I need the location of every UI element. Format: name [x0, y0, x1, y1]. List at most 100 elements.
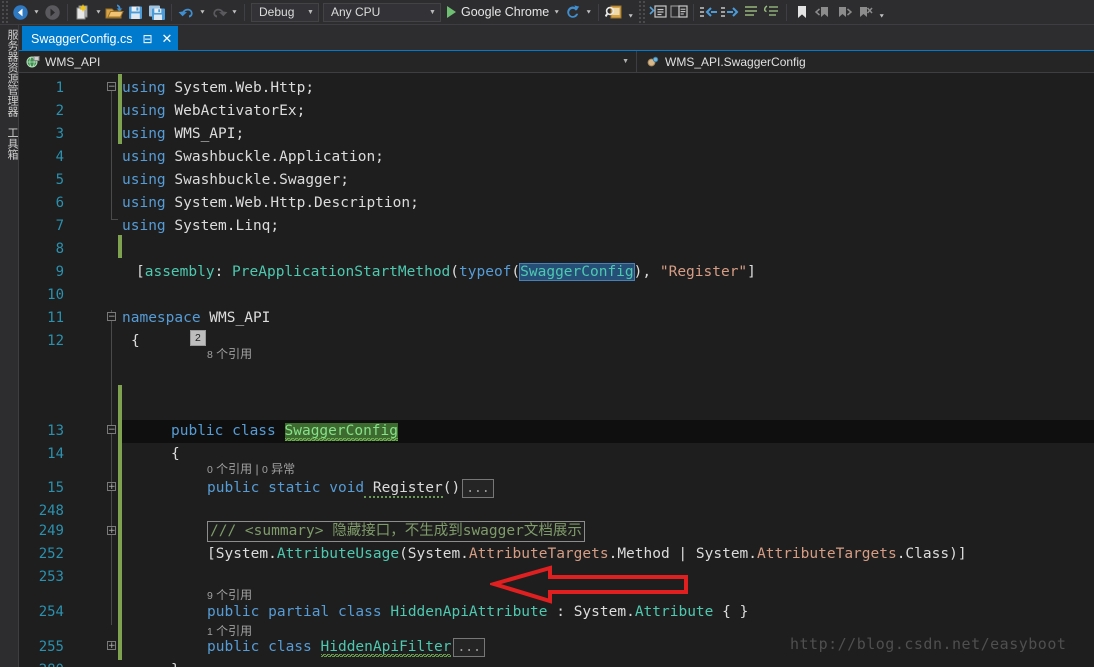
- web-project-icon: [26, 55, 40, 67]
- punct: (): [442, 480, 461, 496]
- toolbar-grip[interactable]: [637, 0, 648, 25]
- redo-dropdown[interactable]: [229, 2, 240, 23]
- open-file-button[interactable]: [104, 2, 125, 23]
- comment-selection-button[interactable]: [647, 2, 668, 23]
- save-all-icon: [148, 5, 165, 20]
- collapsed-block-hiddenapifilter[interactable]: ...: [453, 637, 485, 657]
- code-text: using WMS_API;: [122, 123, 244, 146]
- keyword-class: class: [259, 639, 321, 655]
- increase-indent-button[interactable]: [719, 2, 740, 23]
- line-number: 255: [38, 639, 64, 655]
- line-number: 254: [38, 604, 64, 620]
- keyword-using: using: [122, 103, 166, 119]
- selected-identifier[interactable]: SwaggerConfig: [519, 263, 635, 281]
- clear-bookmarks-button[interactable]: [854, 2, 875, 23]
- find-in-files-icon: [604, 5, 622, 18]
- code-text: using System.Linq;: [122, 215, 279, 238]
- class-name-highlighted[interactable]: SwaggerConfig: [284, 423, 398, 441]
- code-line: 13 public class SwaggerConfig: [19, 420, 1094, 443]
- fold-collapse-namespace[interactable]: −: [107, 312, 116, 322]
- pin-icon[interactable]: ⊟: [142, 33, 152, 45]
- code-line: 3 using WMS_API;: [19, 123, 1094, 146]
- enum-type: AttributeTargets: [468, 546, 609, 562]
- code-editor[interactable]: 1 using System.Web.Http; − 2 using WebAc…: [19, 74, 1094, 667]
- punct: (: [511, 264, 521, 280]
- toggle-bookmark-button[interactable]: [791, 2, 812, 23]
- namespace-name: WMS_API: [200, 310, 271, 326]
- fold-collapse-usings[interactable]: −: [107, 82, 116, 92]
- line-number: 12: [47, 333, 64, 349]
- previous-bookmark-button[interactable]: [812, 2, 833, 23]
- solution-platform-value: Any CPU: [331, 5, 381, 19]
- keyword-public: public: [207, 604, 260, 620]
- solution-configuration-value: Debug: [259, 5, 295, 19]
- navbar-member-label: WMS_API.SwaggerConfig: [665, 54, 806, 69]
- code-line: 9 [assembly: PreApplicationStartMethod(t…: [19, 261, 1094, 284]
- sidebar-item-toolbox[interactable]: 工具箱: [3, 127, 20, 160]
- close-icon[interactable]: ✕: [162, 32, 173, 45]
- code-line: 14 {: [19, 443, 1094, 466]
- codelens-tooltip-badge[interactable]: 2: [190, 330, 206, 346]
- next-bookmark-button[interactable]: [833, 2, 854, 23]
- find-in-files-button[interactable]: [603, 2, 624, 23]
- navbar-member-dropdown[interactable]: WMS_API.SwaggerConfig: [637, 51, 1094, 72]
- browser-refresh-icon: [567, 4, 580, 18]
- line-number: 14: [47, 446, 64, 462]
- collapsed-block-register[interactable]: ...: [462, 478, 494, 498]
- show-whitespace-icon: [745, 6, 758, 16]
- qualifier: System.: [573, 604, 635, 620]
- navigate-back-button[interactable]: [10, 2, 31, 23]
- tab-label: SwaggerConfig.cs: [31, 31, 133, 46]
- codelens-method-references[interactable]: 0 个引用 | 0 异常: [207, 461, 295, 478]
- uncomment-selection-button[interactable]: [668, 2, 689, 23]
- fold-collapse-class[interactable]: −: [107, 425, 116, 435]
- navigate-back-dropdown[interactable]: [31, 2, 42, 23]
- keyword-class: class: [223, 423, 285, 439]
- navigate-forward-button[interactable]: [42, 2, 63, 23]
- class-name: HiddenApiAttribute: [390, 604, 548, 620]
- start-debugging-button[interactable]: Google Chrome: [443, 2, 551, 23]
- undo-button[interactable]: [176, 2, 197, 23]
- undo-dropdown[interactable]: [197, 2, 208, 23]
- word-wrap-button[interactable]: [761, 2, 782, 23]
- sidebar-item-server-explorer[interactable]: 服务器资源管理器: [3, 29, 20, 117]
- code-area[interactable]: 1 using System.Web.Http; − 2 using WebAc…: [19, 74, 1094, 667]
- tab-swaggerconfig-cs[interactable]: SwaggerConfig.cs ⊟ ✕: [22, 26, 179, 51]
- decrease-indent-button[interactable]: [698, 2, 719, 23]
- code-line: 15 public static void Register()...: [19, 477, 1094, 500]
- toolbar-grip[interactable]: [0, 0, 10, 25]
- redo-button[interactable]: [208, 2, 229, 23]
- enum-member: .Method: [608, 546, 670, 562]
- code-text: }: [171, 659, 180, 667]
- empty-body: { }: [713, 604, 749, 620]
- save-all-button[interactable]: [146, 2, 167, 23]
- codelens-class-references[interactable]: 8 个引用: [207, 346, 252, 363]
- fold-expand-hiddenapifilter[interactable]: +: [107, 641, 116, 651]
- bookmarks-overflow-button[interactable]: [875, 2, 888, 23]
- new-project-dropdown[interactable]: [93, 2, 104, 23]
- collapsed-doc-comment[interactable]: /// <summary> 隐藏接口，不生成到swagger文档展示: [207, 521, 585, 542]
- chevron-down-icon: ▼: [622, 58, 629, 65]
- code-line: 4 using Swashbuckle.Application;: [19, 146, 1094, 169]
- base-type: Attribute: [634, 604, 714, 620]
- show-whitespace-button[interactable]: [740, 2, 761, 23]
- line-number: 1: [55, 80, 64, 96]
- find-overflow-button[interactable]: [624, 2, 637, 23]
- navbar-project-dropdown[interactable]: WMS_API ▼: [19, 51, 637, 72]
- start-debugging-dropdown[interactable]: [551, 2, 562, 23]
- save-button[interactable]: [125, 2, 146, 23]
- punct: (: [450, 264, 460, 280]
- line-number: 9: [55, 264, 64, 280]
- new-project-button[interactable]: [72, 2, 93, 23]
- solution-platform-combo[interactable]: Any CPU ▼: [323, 2, 441, 22]
- keyword-partial: partial: [259, 604, 338, 620]
- code-line: 7 using System.Linq;: [19, 215, 1094, 238]
- browser-refresh-dropdown[interactable]: [583, 2, 594, 23]
- fold-expand-doc-comment[interactable]: +: [107, 526, 116, 536]
- browser-refresh-button[interactable]: [562, 2, 583, 23]
- toggle-bookmark-icon: [797, 6, 806, 18]
- fold-expand-register[interactable]: +: [107, 482, 116, 492]
- solution-configuration-combo[interactable]: Debug ▼: [251, 2, 319, 22]
- code-line: 8: [19, 238, 1094, 261]
- code-text: public static void Register()...: [207, 477, 494, 500]
